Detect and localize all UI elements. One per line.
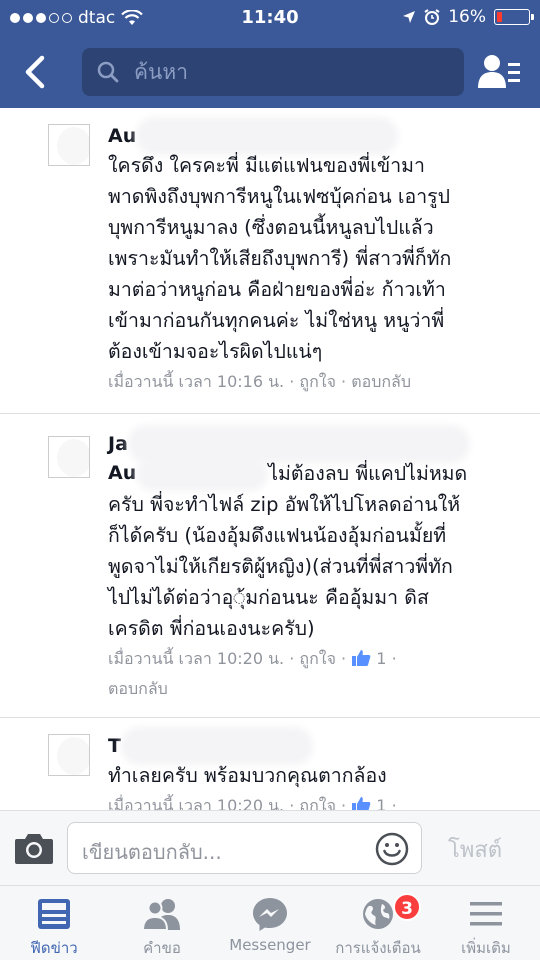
tab-messenger[interactable]: Messenger — [216, 886, 324, 960]
location-arrow-icon — [403, 11, 416, 23]
comment-meta: เมื่อวานนี้ เวลา 10:20 น. · ถูกใจ · 1 · … — [108, 649, 397, 698]
comment-timestamp: เมื่อวานนี้ เวลา 10:20 น. — [108, 649, 285, 668]
friends-list-icon[interactable] — [478, 52, 522, 92]
comment-author-row: Ja — [108, 430, 526, 458]
comment-item: T ทำเลยครับ พร้อมบวกคุณตากล้อง เมื่อวานน… — [0, 718, 540, 810]
comment-mention[interactable]: Au — [108, 458, 136, 489]
friend-requests-icon — [142, 899, 180, 931]
tab-label: คำขอ — [143, 939, 181, 957]
comment-meta: เมื่อวานนี้ เวลา 10:16 น. · ถูกใจ · ตอบก… — [108, 372, 412, 391]
like-count[interactable]: 1 — [376, 796, 386, 810]
post-button[interactable]: โพสต์ — [448, 832, 502, 867]
status-bar: dtac 11:40 16% — [0, 0, 540, 36]
app-root: dtac 11:40 16% ค้นหา Au ใครดึง ใครคะพี่ … — [0, 0, 540, 960]
comment-body-first-line: Au ไม่ต้องลบ พี่แคปไม่หมด — [108, 458, 526, 489]
comment-item: Ja Au ไม่ต้องลบ พี่แคปไม่หมด ครับ พี่จะท… — [0, 414, 540, 718]
reply-placeholder: เขียนตอบกลับ... — [82, 840, 222, 864]
comment-timestamp: เมื่อวานนี้ เวลา 10:20 น. — [108, 796, 285, 810]
nav-bar: ค้นหา — [0, 36, 540, 108]
battery-percent: 16% — [448, 7, 486, 27]
comment-item: Au ใครดึง ใครคะพี่ มีแต่แฟนของพี่เข้ามา … — [0, 108, 540, 414]
reply-link[interactable]: ตอบกลับ — [351, 372, 411, 391]
battery-icon — [494, 9, 534, 25]
news-feed-icon — [38, 899, 70, 929]
redacted-name-blur — [126, 733, 307, 759]
tab-news-feed[interactable]: ฟีดข่าว — [0, 886, 108, 960]
comment-author-row: T — [108, 732, 526, 760]
tab-label: ฟีดข่าว — [30, 939, 78, 957]
reply-link[interactable]: ตอบกลับ — [108, 679, 168, 698]
comment-body: ใครดึง ใครคะพี่ มีแต่แฟนของพี่เข้ามา พาด… — [108, 154, 452, 363]
like-link[interactable]: ถูกใจ — [299, 372, 336, 391]
tab-label: เพิ่มเติม — [461, 939, 511, 957]
comment-timestamp: เมื่อวานนี้ เวลา 10:16 น. — [108, 372, 285, 391]
status-right: 16% — [402, 7, 534, 27]
thumbs-up-icon — [352, 650, 371, 666]
comment-author-name[interactable]: Au — [108, 125, 136, 147]
comments-feed[interactable]: Au ใครดึง ใครคะพี่ มีแต่แฟนของพี่เข้ามา … — [0, 108, 540, 810]
tab-bar: ฟีดข่าว คำขอ Messenger การแจ้งเตือน เพิ่… — [0, 885, 540, 960]
redacted-mention-blur — [142, 462, 263, 485]
like-count[interactable]: 1 — [376, 649, 386, 668]
comment-meta: เมื่อวานนี้ เวลา 10:20 น. · ถูกใจ · 1 · — [108, 791, 526, 810]
tab-label: การแจ้งเตือน — [335, 939, 421, 957]
search-placeholder: ค้นหา — [134, 59, 189, 84]
notification-badge: 3 — [393, 893, 421, 921]
comment-body: ครับ พี่จะทำไฟล์ zip อัพให้ไปโหลดอ่านให้… — [108, 493, 461, 640]
comment-author-name[interactable]: Ja — [108, 433, 128, 455]
messenger-icon — [253, 898, 287, 931]
like-link[interactable]: ถูกใจ — [299, 649, 336, 668]
back-chevron-icon[interactable] — [14, 50, 58, 94]
search-icon — [97, 61, 119, 83]
reply-composer: เขียนตอบกลับ... โพสต์ — [0, 810, 540, 885]
avatar[interactable] — [48, 124, 90, 166]
like-link[interactable]: ถูกใจ — [299, 796, 336, 810]
search-input[interactable]: ค้นหา — [82, 48, 464, 96]
comment-body: ทำเลยครับ พร้อมบวกคุณตากล้อง — [108, 764, 387, 787]
tab-friend-requests[interactable]: คำขอ — [108, 886, 216, 960]
reply-input[interactable]: เขียนตอบกลับ... — [67, 822, 422, 874]
comment-body-first: ไม่ต้องลบ พี่แคปไม่หมด — [268, 462, 468, 485]
avatar[interactable] — [48, 734, 90, 776]
tab-more[interactable]: เพิ่มเติม — [432, 886, 540, 960]
redacted-name-blur — [142, 123, 393, 149]
tab-label: Messenger — [229, 936, 311, 954]
notifications-globe-icon — [363, 899, 393, 929]
avatar[interactable] — [48, 436, 90, 478]
comment-author-name[interactable]: T — [108, 735, 121, 757]
camera-icon[interactable] — [14, 831, 54, 865]
redacted-name-blur — [133, 431, 464, 457]
emoji-smiley-icon[interactable] — [375, 832, 409, 866]
menu-icon — [470, 902, 502, 926]
comment-author-row: Au — [108, 122, 526, 150]
alarm-clock-icon — [424, 9, 440, 25]
thumbs-up-icon — [352, 797, 371, 810]
